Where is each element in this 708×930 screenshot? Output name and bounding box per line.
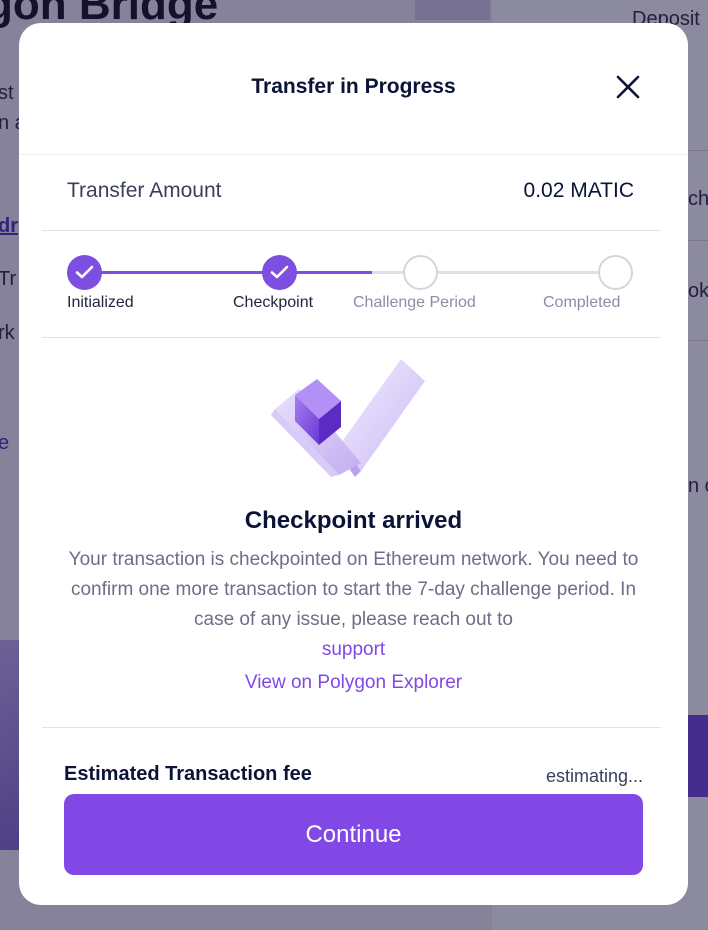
step-checkpoint-check-icon	[262, 255, 297, 290]
status-description: Your transaction is checkpointed on Ethe…	[59, 545, 648, 665]
modal-header: Transfer in Progress	[19, 23, 688, 155]
view-on-explorer-link[interactable]: View on Polygon Explorer	[19, 672, 688, 694]
divider	[42, 727, 661, 728]
step-label-initialized: Initialized	[67, 294, 134, 311]
checkpoint-check-icon	[269, 351, 429, 481]
close-icon[interactable]	[612, 71, 644, 103]
transfer-progress-modal: Transfer in Progress Transfer Amount 0.0…	[19, 23, 688, 905]
support-link[interactable]: support	[59, 635, 648, 665]
transfer-amount-value: 0.02 MATIC	[523, 179, 634, 202]
estimated-fee-label: Estimated Transaction fee	[64, 763, 312, 785]
step-initialized-check-icon	[67, 255, 102, 290]
step-challenge-period-circle-icon	[403, 255, 438, 290]
progress-stepper: Initialized Checkpoint Challenge Period …	[42, 231, 661, 338]
modal-title: Transfer in Progress	[251, 75, 456, 98]
status-title: Checkpoint arrived	[244, 507, 463, 534]
transfer-amount-row: Transfer Amount 0.02 MATIC	[42, 155, 661, 231]
step-label-checkpoint: Checkpoint	[233, 294, 314, 311]
status-description-text: Your transaction is checkpointed on Ethe…	[68, 549, 639, 630]
continue-button[interactable]: Continue	[64, 794, 643, 875]
step-completed-circle-icon	[598, 255, 633, 290]
estimated-fee-value: estimating...	[545, 766, 643, 786]
step-label-completed: Completed	[543, 294, 621, 311]
stepper-track-completed	[82, 271, 372, 274]
step-label-challenge-period: Challenge Period	[353, 294, 476, 311]
transfer-amount-label: Transfer Amount	[67, 179, 222, 202]
